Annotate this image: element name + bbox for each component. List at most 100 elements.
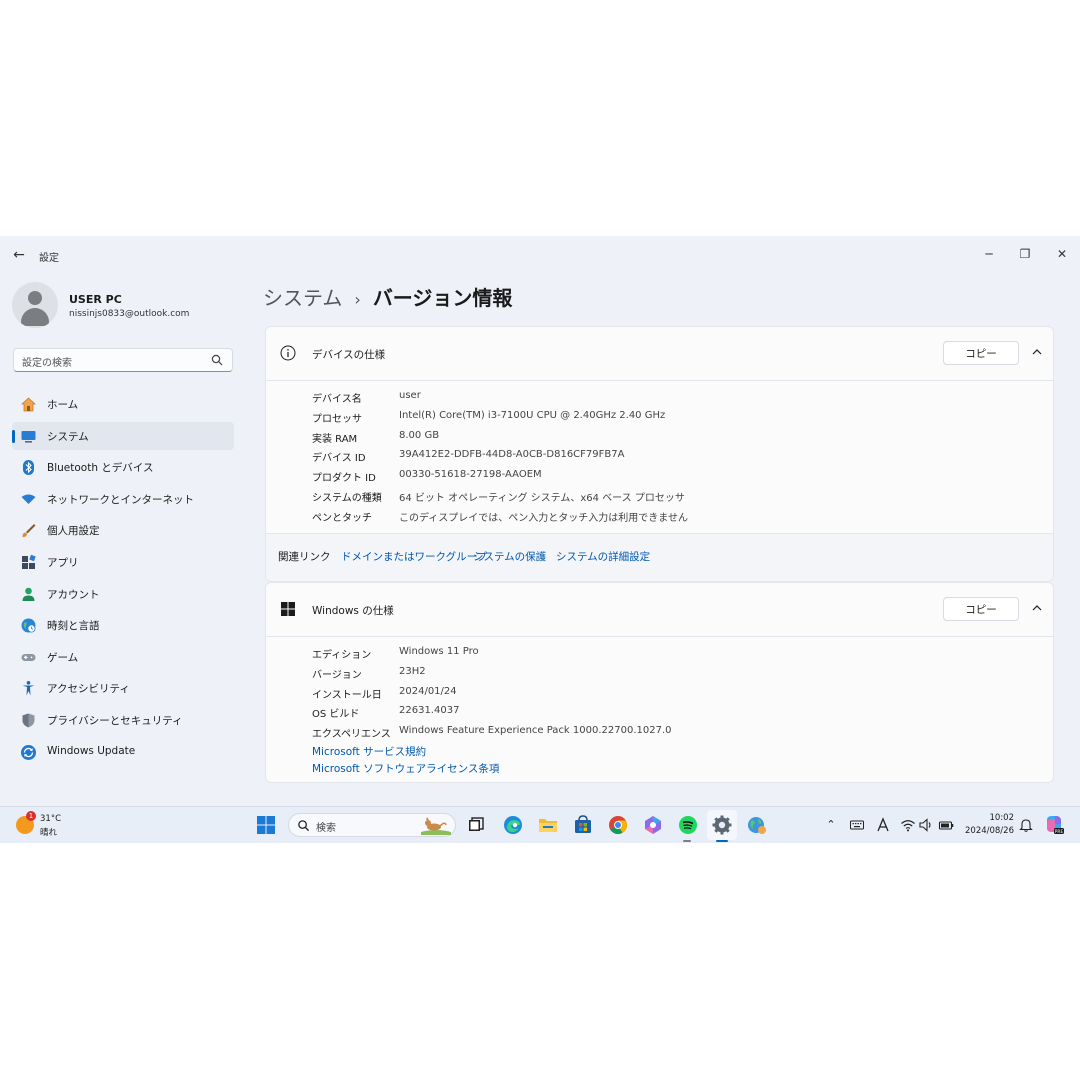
info-icon xyxy=(280,345,296,361)
spec-value: Windows 11 Pro xyxy=(399,646,479,657)
chrome-icon[interactable] xyxy=(607,814,629,836)
sidebar-item-label: アプリ xyxy=(47,556,79,569)
system-icon xyxy=(21,430,36,443)
search-icon xyxy=(298,820,310,832)
notification-bell-icon[interactable] xyxy=(1018,817,1034,833)
minimize-button[interactable]: ─ xyxy=(974,242,1004,266)
spec-label: エクスペリエンス xyxy=(312,729,391,740)
sidebar-item-privacy[interactable]: プライバシーとセキュリティ xyxy=(12,706,234,734)
sidebar-item-bluetooth[interactable]: Bluetooth とデバイス xyxy=(12,453,234,481)
weather-condition[interactable]: 晴れ xyxy=(40,826,57,838)
card-title: デバイスの仕様 xyxy=(312,349,386,361)
sidebar-item-accounts[interactable]: アカウント xyxy=(12,580,234,608)
ms-license-terms-link[interactable]: Microsoft ソフトウェアライセンス条項 xyxy=(312,761,499,776)
chevron-up-icon[interactable] xyxy=(1029,600,1045,616)
app-title: 設定 xyxy=(39,253,59,264)
copilot-pre-icon[interactable]: PRE xyxy=(1043,814,1065,836)
spec-value: 22631.4037 xyxy=(399,705,460,716)
taskbar-search-input[interactable]: 検索 xyxy=(288,813,456,837)
search-icon xyxy=(211,354,223,366)
network-icon xyxy=(21,494,36,504)
spotify-icon[interactable] xyxy=(677,814,699,836)
apps-icon xyxy=(22,554,36,569)
volume-icon[interactable] xyxy=(918,817,934,833)
profile-email: nissinjs0833@outlook.com xyxy=(69,309,190,319)
system-protection-link[interactable]: システムの保護 xyxy=(473,549,546,564)
spec-label: バージョン xyxy=(312,670,362,681)
selection-indicator xyxy=(12,429,15,443)
device-specs-header[interactable]: デバイスの仕様 コピー xyxy=(266,327,1053,381)
sidebar-item-home[interactable]: ホーム xyxy=(12,390,234,418)
accessibility-icon xyxy=(22,681,35,696)
user-profile[interactable]: USER PC nissinjs0833@outlook.com xyxy=(12,282,232,332)
breadcrumb-separator: › xyxy=(354,290,361,309)
sidebar-item-label: システム xyxy=(47,430,89,443)
task-view-icon[interactable] xyxy=(465,814,487,836)
advanced-system-settings-link[interactable]: システムの詳細設定 xyxy=(556,549,650,564)
search-highlight-icon xyxy=(421,817,451,835)
chevron-up-icon[interactable]: ⌃ xyxy=(823,817,839,833)
spec-value: Intel(R) Core(TM) i3-7100U CPU @ 2.40GHz… xyxy=(399,410,666,421)
sidebar-item-label: ホーム xyxy=(47,399,79,411)
edge-icon[interactable] xyxy=(502,814,524,836)
sidebar-item-accessibility[interactable]: アクセシビリティ xyxy=(12,674,234,702)
sidebar-item-network[interactable]: ネットワークとインターネット xyxy=(12,485,234,513)
sidebar-item-label: 時刻と言語 xyxy=(47,620,100,633)
sidebar-item-label: 個人用設定 xyxy=(47,525,100,538)
spec-label: 実装 RAM xyxy=(312,434,358,445)
profile-name: USER PC xyxy=(69,293,122,306)
title-bar: ← 設定 ─ ❐ ✕ xyxy=(0,236,1080,274)
svg-text:PRE: PRE xyxy=(1055,829,1064,835)
sidebar-item-apps[interactable]: アプリ xyxy=(12,548,234,576)
copy-button[interactable]: コピー xyxy=(943,597,1019,621)
sidebar-item-label: アカウント xyxy=(47,588,100,601)
domain-workgroup-link[interactable]: ドメインまたはワークグループ xyxy=(341,549,487,564)
windows-specs-header[interactable]: Windows の仕様 コピー xyxy=(266,583,1053,637)
related-links-title: 関連リンク xyxy=(278,551,331,563)
spec-label: インストール日 xyxy=(312,690,382,701)
spec-label: システムの種類 xyxy=(312,493,382,504)
close-button[interactable]: ✕ xyxy=(1047,242,1077,266)
breadcrumb-parent[interactable]: システム xyxy=(263,286,342,310)
weather-temp[interactable]: 31°C xyxy=(40,814,61,824)
spec-value: 2024/01/24 xyxy=(399,686,457,697)
settings-gear-icon[interactable] xyxy=(711,814,733,836)
device-specs-card: デバイスの仕様 コピー デバイス名 user プロセッサ Intel(R) Co… xyxy=(265,326,1054,582)
spec-value: このディスプレイでは、ペン入力とタッチ入力は利用できません xyxy=(399,513,688,524)
bluetooth-icon xyxy=(23,460,34,476)
sidebar-item-system[interactable]: システム xyxy=(12,421,234,450)
arrow-left-icon[interactable]: ← xyxy=(10,246,28,264)
taskbar: 1 31°C 晴れ 検索 ⌃ 10:02 2024/08/26 PRE xyxy=(0,806,1080,843)
globe-app-icon[interactable] xyxy=(746,814,768,836)
file-explorer-icon[interactable] xyxy=(537,814,559,836)
account-icon xyxy=(22,587,35,601)
search-placeholder: 設定の検索 xyxy=(22,358,72,369)
sidebar-item-time-language[interactable]: 時刻と言語 xyxy=(12,611,234,639)
maximize-button[interactable]: ❐ xyxy=(1010,242,1040,266)
clock-date[interactable]: 2024/08/26 xyxy=(962,826,1014,836)
spec-label: デバイス名 xyxy=(312,394,362,405)
sidebar-item-gaming[interactable]: ゲーム xyxy=(12,643,234,671)
battery-icon[interactable] xyxy=(938,817,954,833)
microsoft-store-icon[interactable] xyxy=(572,814,594,836)
spec-value: user xyxy=(399,390,421,401)
page-title: バージョン情報 xyxy=(372,286,513,310)
clock-time[interactable]: 10:02 xyxy=(966,813,1015,823)
sidebar-item-label: プライバシーとセキュリティ xyxy=(47,714,183,727)
shield-icon xyxy=(22,713,35,728)
sidebar-item-personalization[interactable]: 個人用設定 xyxy=(12,516,234,544)
wifi-icon[interactable] xyxy=(900,817,916,833)
breadcrumb: システム › バージョン情報 xyxy=(263,282,512,311)
copy-button[interactable]: コピー xyxy=(943,341,1019,365)
ms-services-agreement-link[interactable]: Microsoft サービス規約 xyxy=(312,744,426,759)
copilot-icon[interactable] xyxy=(642,814,664,836)
chevron-up-icon[interactable] xyxy=(1029,344,1045,360)
sidebar-item-windows-update[interactable]: Windows Update xyxy=(12,738,234,766)
settings-window: ← 設定 ─ ❐ ✕ USER PC nissinjs0833@outlook.… xyxy=(0,236,1080,806)
spec-label: ペンとタッチ xyxy=(312,513,372,524)
keyboard-icon[interactable] xyxy=(849,817,865,833)
spec-value: 39A412E2-DDFB-44D8-A0CB-D816CF79FB7A xyxy=(399,449,625,460)
start-icon[interactable] xyxy=(255,814,277,836)
ime-mode-icon[interactable] xyxy=(875,817,891,833)
settings-search-input[interactable]: 設定の検索 xyxy=(13,348,233,372)
